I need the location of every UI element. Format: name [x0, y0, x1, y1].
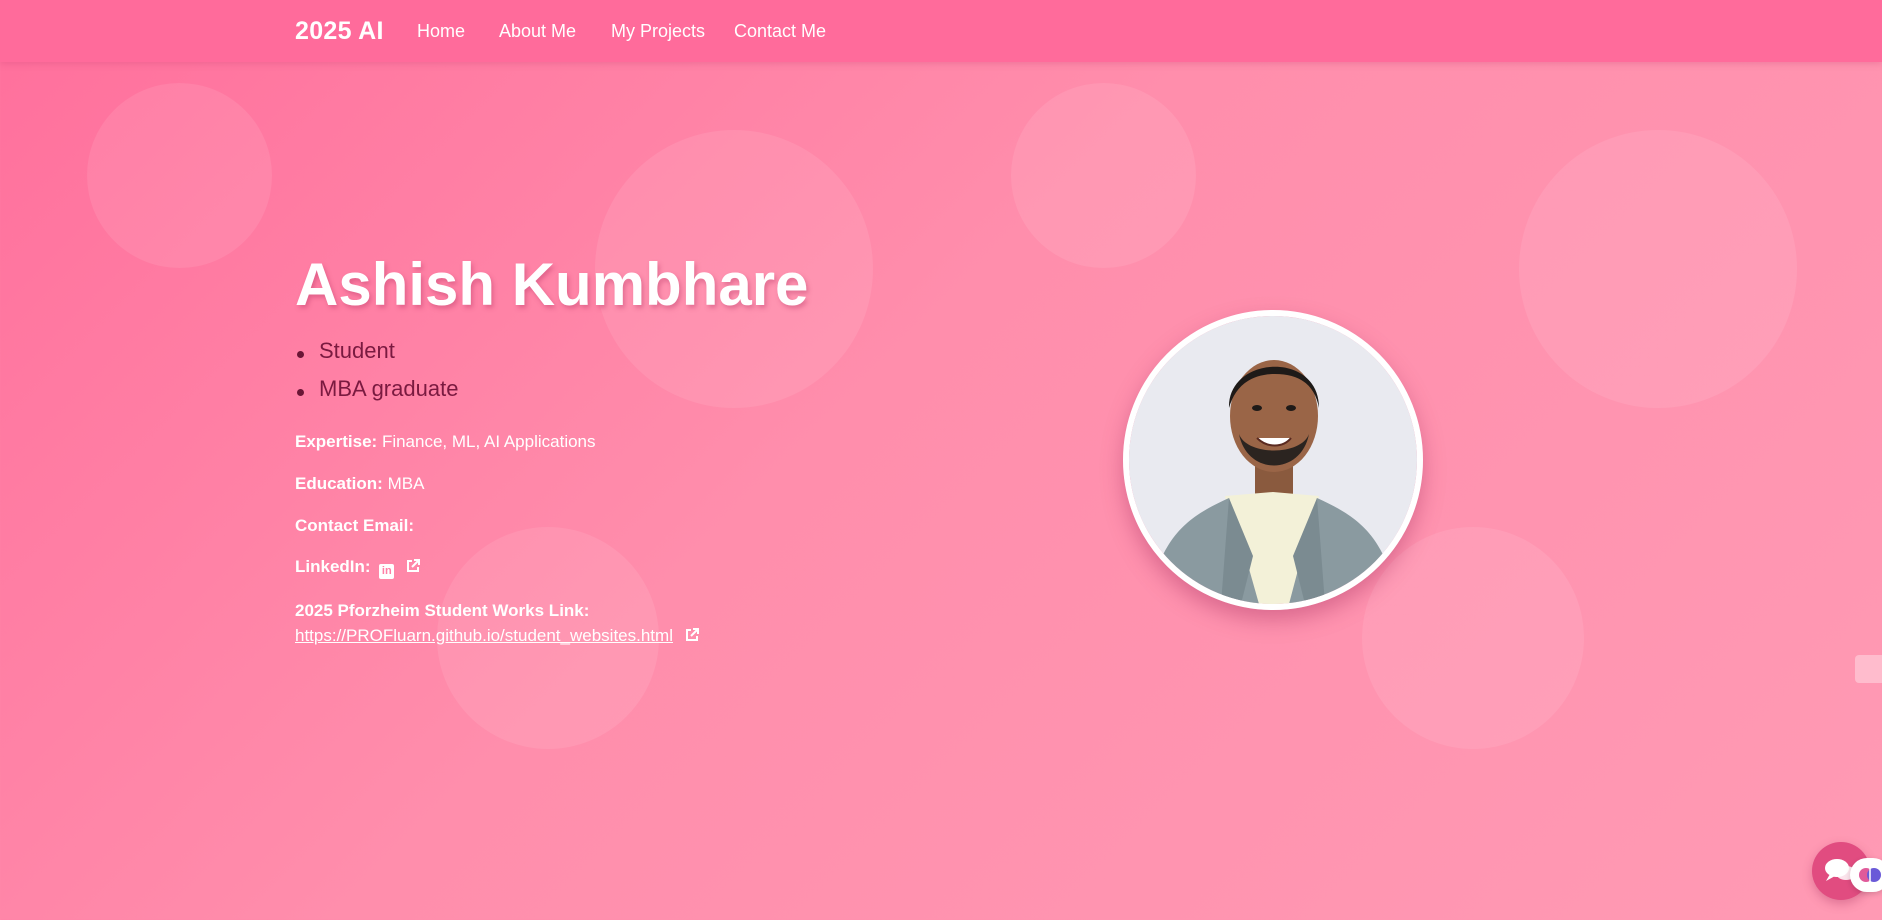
- decorative-bubble: [87, 83, 272, 268]
- contact-email-label: Contact Email:: [295, 516, 415, 535]
- role-list: Student MBA graduate: [295, 336, 458, 412]
- top-navbar: 2025 AI Home About Me My Projects Contac…: [0, 0, 1882, 62]
- linkedin-row: LinkedIn: in: [295, 557, 421, 579]
- role-item: MBA graduate: [295, 374, 458, 412]
- contact-email-row: Contact Email:: [295, 516, 414, 536]
- linkedin-label: LinkedIn:: [295, 557, 371, 576]
- expertise-row: Expertise: Finance, ML, AI Applications: [295, 432, 596, 452]
- nav-link-my-projects[interactable]: My Projects: [611, 21, 705, 42]
- expertise-label: Expertise:: [295, 432, 378, 451]
- education-label: Education:: [295, 474, 383, 493]
- external-link-icon[interactable]: [684, 627, 700, 643]
- brain-icon: [1859, 868, 1881, 882]
- page-title: Ashish Kumbhare: [295, 251, 809, 318]
- side-widget-tab[interactable]: [1855, 655, 1882, 683]
- student-works-label: 2025 Pforzheim Student Works Link:: [295, 601, 590, 620]
- nav-link-contact-me[interactable]: Contact Me: [734, 21, 826, 42]
- role-item: Student: [295, 336, 458, 374]
- brand-logo[interactable]: 2025 AI: [295, 17, 384, 46]
- role-label: Student: [319, 338, 395, 363]
- brain-button[interactable]: [1850, 858, 1882, 892]
- student-works-row: 2025 Pforzheim Student Works Link: https…: [295, 598, 700, 648]
- decorative-bubble: [1011, 83, 1196, 268]
- education-row: Education: MBA: [295, 474, 424, 494]
- nav-link-home[interactable]: Home: [417, 21, 465, 42]
- expertise-value: Finance, ML, AI Applications: [381, 432, 596, 451]
- decorative-bubble: [1362, 527, 1584, 749]
- nav-link-about-me[interactable]: About Me: [499, 21, 576, 42]
- bullet-icon: [297, 351, 304, 358]
- bullet-icon: [297, 389, 304, 396]
- linkedin-icon[interactable]: in: [379, 564, 395, 579]
- role-label: MBA graduate: [319, 376, 459, 401]
- student-works-link[interactable]: https://PROFluarn.github.io/student_webs…: [295, 626, 673, 645]
- profile-photo: [1123, 310, 1423, 610]
- external-link-icon[interactable]: [405, 558, 421, 574]
- education-value: MBA: [387, 474, 425, 493]
- decorative-bubble: [1519, 130, 1797, 408]
